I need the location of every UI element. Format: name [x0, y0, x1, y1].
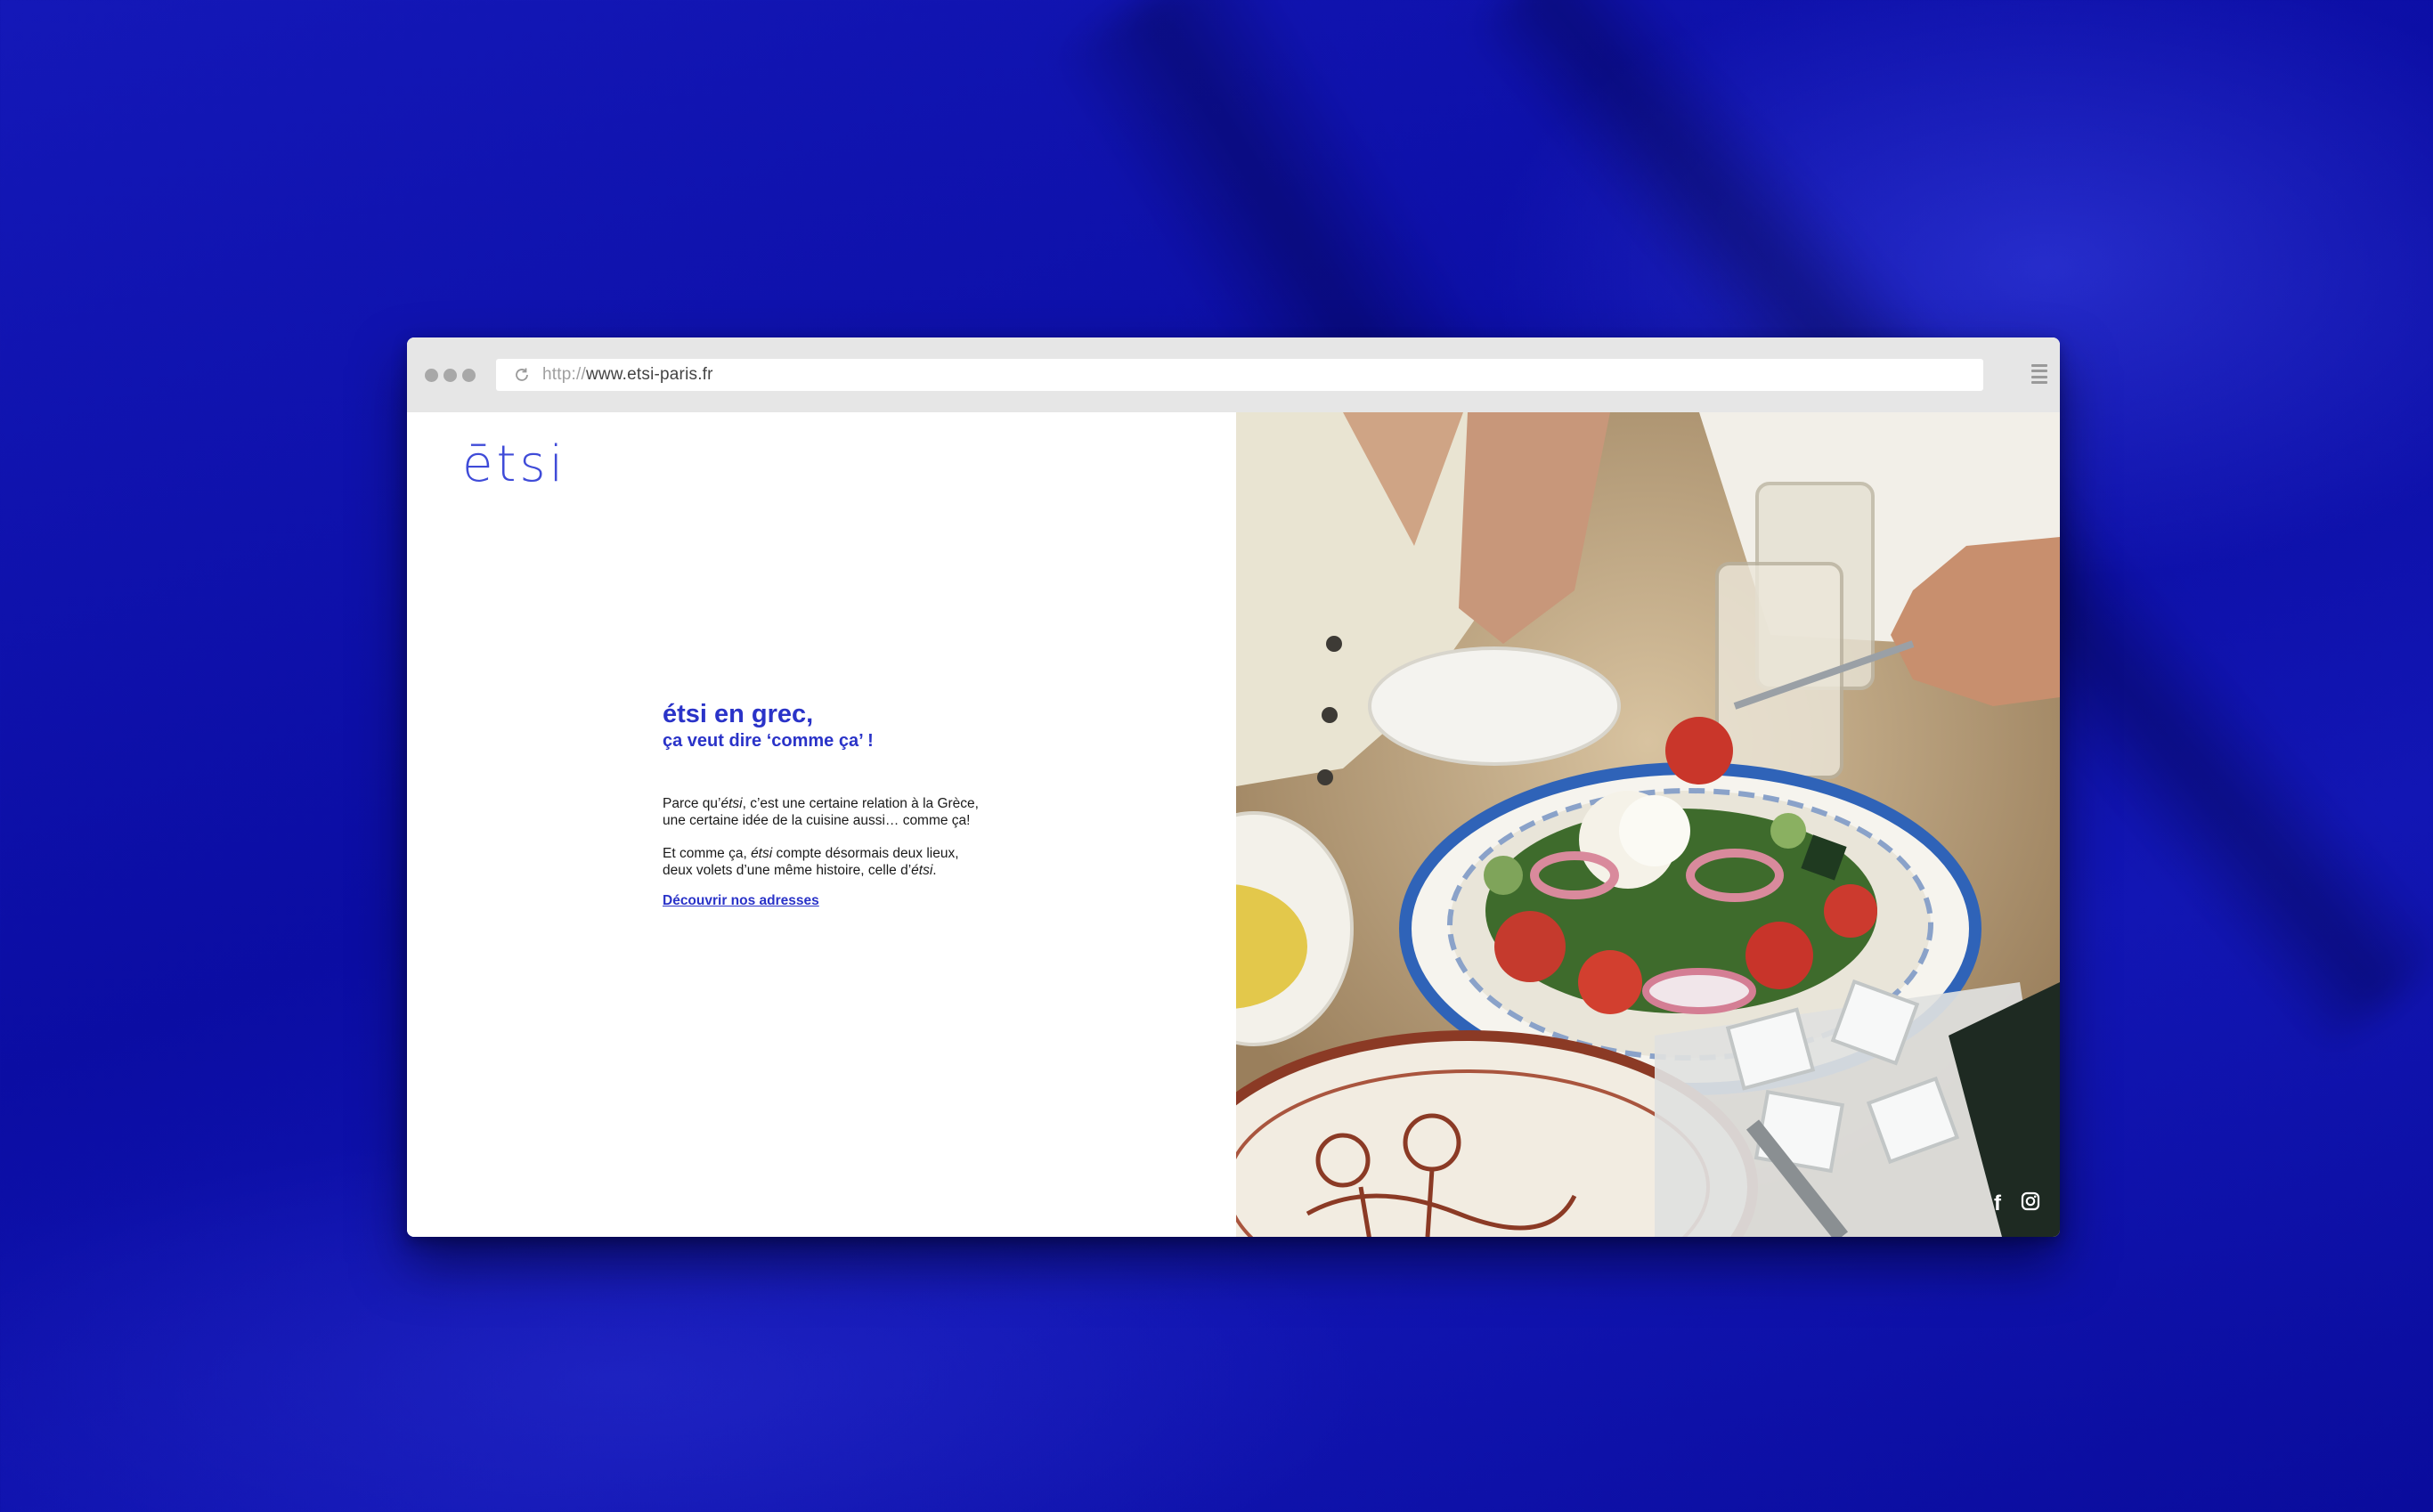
- url-host: www.etsi-paris.fr: [585, 365, 713, 384]
- hamburger-menu-icon[interactable]: [2031, 364, 2047, 384]
- intro-panel: ētsi étsi en grec, ça veut dire ‘comme ç…: [407, 412, 1236, 1237]
- reload-icon[interactable]: [514, 367, 530, 383]
- paragraph-2: Et comme ça, étsi compte désormais deux …: [663, 846, 959, 878]
- headline: étsi en grec,: [663, 700, 814, 728]
- instagram-icon[interactable]: [2021, 1191, 2040, 1215]
- browser-window: http://www.etsi-paris.fr ētsi étsi en gr…: [407, 337, 2060, 1237]
- window-controls[interactable]: [425, 369, 476, 382]
- window-dot[interactable]: [443, 369, 457, 382]
- browser-toolbar: http://www.etsi-paris.fr: [407, 337, 2060, 413]
- url-text[interactable]: http://www.etsi-paris.fr: [542, 365, 713, 385]
- hero-food-photo: f: [1236, 412, 2060, 1237]
- greek-salad-illustration: [1236, 412, 2060, 1237]
- intro-copy: étsi en grec, ça veut dire ‘comme ça’ ! …: [663, 699, 983, 909]
- window-dot[interactable]: [425, 369, 438, 382]
- address-bar[interactable]: http://www.etsi-paris.fr: [496, 359, 1983, 391]
- discover-addresses-link[interactable]: Découvrir nos adresses: [663, 893, 819, 909]
- webpage: ētsi étsi en grec, ça veut dire ‘comme ç…: [407, 412, 2060, 1237]
- subheadline: ça veut dire ‘comme ça’ !: [663, 731, 874, 751]
- site-logo[interactable]: ētsi: [462, 435, 566, 493]
- paragraph-1: Parce qu’étsi, c’est une certaine relati…: [663, 796, 979, 828]
- url-protocol: http://: [542, 365, 586, 384]
- window-dot[interactable]: [462, 369, 476, 382]
- social-links: f: [1994, 1191, 2040, 1215]
- facebook-icon[interactable]: f: [1994, 1192, 2001, 1215]
